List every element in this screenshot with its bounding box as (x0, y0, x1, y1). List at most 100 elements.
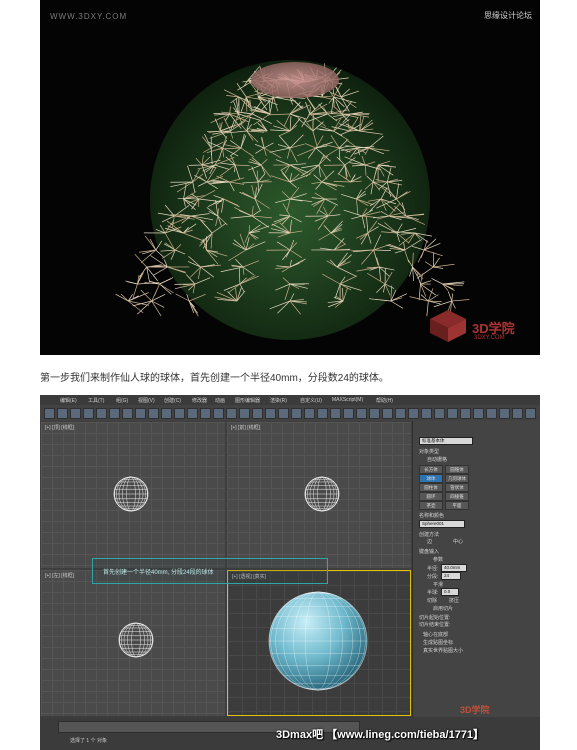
menu-item[interactable]: 渲染(R) (270, 397, 287, 404)
watermark-left: WWW.3DXY.COM (50, 12, 127, 21)
tooltip-annotation: 首先创建一个半径40mm, 分段24段的球体 (92, 558, 328, 584)
segments-spinner[interactable]: 24 (441, 572, 461, 580)
rollout-name-color[interactable]: 名称和颜色 (419, 512, 444, 519)
toolbar-button[interactable] (44, 408, 55, 419)
toolbar-button[interactable] (499, 408, 510, 419)
menu-item[interactable]: 图形编辑器 (235, 397, 260, 404)
rollout-keyboard-entry[interactable]: 键盘输入 (419, 548, 439, 555)
toolbar-button[interactable] (317, 408, 328, 419)
squash-radio[interactable]: 挤压 (449, 597, 459, 604)
toolbar-button[interactable] (122, 408, 133, 419)
menu-item[interactable]: 视图(V) (138, 397, 155, 404)
menu-item[interactable]: 帮助(H) (376, 397, 393, 404)
box-button[interactable]: 长方体 (419, 465, 443, 474)
sphere-wireframe (41, 570, 225, 716)
menu-item[interactable]: 组(G) (116, 397, 128, 404)
smooth-checkbox[interactable]: 平滑 (433, 581, 443, 588)
toolbar-button[interactable] (343, 408, 354, 419)
menu-item[interactable]: 工具(T) (88, 397, 104, 404)
bottom-watermark: 3Dmax吧 【www.lineg.com/tieba/1771】 (276, 726, 484, 742)
toolbar-button[interactable] (239, 408, 250, 419)
toolbar-button[interactable] (447, 408, 458, 419)
cone-button[interactable]: 圆锥体 (445, 465, 469, 474)
gen-mapping-checkbox[interactable]: 生成贴图坐标 (423, 639, 453, 646)
toolbar-button[interactable] (278, 408, 289, 419)
chop-radio[interactable]: 切除 (427, 597, 437, 604)
menu-item[interactable]: 创建(C) (164, 397, 181, 404)
hemisphere-spinner[interactable]: 0.0 (441, 588, 459, 596)
base-to-pivot-checkbox[interactable]: 轴心在底部 (423, 631, 448, 638)
tube-button[interactable]: 管状体 (445, 483, 469, 492)
rollout-creation-method[interactable]: 创建方法 (419, 531, 439, 538)
toolbar-button[interactable] (213, 408, 224, 419)
rollout-object-type[interactable]: 对象类型 (419, 448, 439, 455)
pyramid-button[interactable]: 四棱锥 (445, 492, 469, 501)
category-dropdown[interactable]: 标准基本体 (419, 437, 473, 445)
toolbar-button[interactable] (135, 408, 146, 419)
toolbar-button[interactable] (356, 408, 367, 419)
shaded-sphere (228, 571, 410, 715)
teapot-button[interactable]: 茶壶 (419, 501, 443, 510)
sphere-wireframe (227, 422, 411, 568)
toolbar-button[interactable] (148, 408, 159, 419)
rollout-parameters[interactable]: 参数 (433, 556, 443, 563)
max-screenshot: 编辑(E) 工具(T) 组(G) 视图(V) 创建(C) 修改器 动画 图形编辑… (40, 395, 540, 750)
toolbar-button[interactable] (161, 408, 172, 419)
toolbar-button[interactable] (382, 408, 393, 419)
viewport-perspective[interactable]: [+] [透视] [真实] (227, 570, 411, 716)
toolbar-button[interactable] (252, 408, 263, 419)
toolbar-button[interactable] (187, 408, 198, 419)
toolbar-button[interactable] (291, 408, 302, 419)
plane-button[interactable]: 平面 (445, 501, 469, 510)
real-world-map-checkbox[interactable]: 真实世界贴图大小 (423, 647, 463, 654)
toolbar-button[interactable] (421, 408, 432, 419)
toolbar-button[interactable] (486, 408, 497, 419)
toolbar-button[interactable] (57, 408, 68, 419)
toolbar-button[interactable] (525, 408, 536, 419)
viewport-left[interactable]: [+] [左] [线框] (41, 570, 225, 716)
cylinder-button[interactable]: 圆柱体 (419, 483, 443, 492)
torus-button[interactable]: 圆环 (419, 492, 443, 501)
toolbar-button[interactable] (473, 408, 484, 419)
toolbar-button[interactable] (304, 408, 315, 419)
slice-from-label: 切片起始位置: (419, 614, 450, 621)
toolbar-button[interactable] (330, 408, 341, 419)
toolbar-button[interactable] (70, 408, 81, 419)
menu-item[interactable]: MAXScript(M) (332, 397, 363, 403)
edge-radio[interactable]: 边 (427, 538, 432, 545)
object-name-field[interactable]: Sphere001 (419, 520, 465, 528)
sphere-button[interactable]: 球体 (419, 474, 443, 483)
slice-on-checkbox[interactable]: 启用切片 (433, 605, 453, 612)
geosphere-button[interactable]: 几何球体 (445, 474, 469, 483)
brand-logo: 3D学院 3DXY.COM (428, 308, 540, 348)
toolbar-button[interactable] (109, 408, 120, 419)
toolbar-button[interactable] (460, 408, 471, 419)
toolbar-button[interactable] (83, 408, 94, 419)
viewport-area: [+] [顶] [线框] [+] [前] [线框] [+] [左] [线框] [… (40, 421, 412, 717)
brand-logo-subtext: 3DXY.COM (474, 335, 505, 341)
toolbar-button[interactable] (200, 408, 211, 419)
center-radio[interactable]: 中心 (453, 538, 463, 545)
toolbar-button[interactable] (395, 408, 406, 419)
toolbar-button[interactable] (369, 408, 380, 419)
radius-spinner[interactable]: 40.0mm (441, 564, 467, 572)
segments-label: 分段: (427, 573, 438, 580)
toolbar-button[interactable] (265, 408, 276, 419)
menu-item[interactable]: 自定义(U) (300, 397, 322, 404)
cube-logo-icon (428, 308, 468, 344)
toolbar-button[interactable] (512, 408, 523, 419)
viewport-top[interactable]: [+] [顶] [线框] (41, 422, 225, 568)
toolbar-button[interactable] (408, 408, 419, 419)
sphere-wireframe (41, 422, 225, 568)
caption-text: 第一步我们来制作仙人球的球体，首先创建一个半径40mm，分段数24的球体。 (40, 369, 389, 384)
menu-item[interactable]: 动画 (215, 397, 225, 404)
toolbar-button[interactable] (434, 408, 445, 419)
viewport-front[interactable]: [+] [前] [线框] (227, 422, 411, 568)
menu-item[interactable]: 修改器 (192, 397, 207, 404)
status-text: 选择了 1 个 对象 (70, 737, 107, 744)
toolbar-button[interactable] (174, 408, 185, 419)
menu-item[interactable]: 编辑(E) (60, 397, 77, 404)
autogrid-checkbox[interactable]: 自动栅格 (427, 456, 447, 463)
toolbar-button[interactable] (96, 408, 107, 419)
toolbar-button[interactable] (226, 408, 237, 419)
